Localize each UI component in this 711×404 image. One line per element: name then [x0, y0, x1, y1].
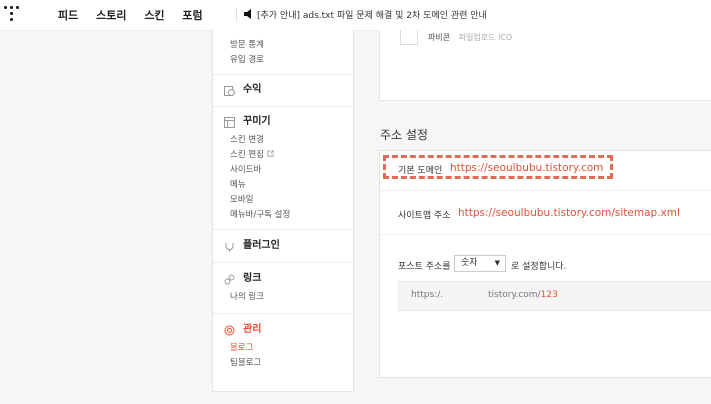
post-url-example: https:/. tistory.com/123 [398, 281, 711, 311]
nav-forum[interactable]: 포럼 [182, 9, 202, 22]
sidebar-item-visit-stats[interactable]: 방문 통계 [213, 38, 353, 53]
nav-feed[interactable]: 피드 [58, 9, 78, 22]
sidebar-item-label: 관리 [243, 324, 262, 335]
top-header: 피드 스토리 스킨 포럼 [추가 안내] ads.txt 파일 문제 해결 및 … [0, 0, 711, 31]
post-address-select[interactable]: 숫자 ▼ [454, 255, 506, 272]
sidebar: 방문 통계 유입 경로 수익 꾸미기 스킨 변경 스킨 편집 사이드바 메뉴 모… [212, 30, 354, 392]
sidebar-item-label: 스킨 편집 [230, 150, 264, 160]
post-address-suffix: 로 설정합니다. [511, 262, 567, 272]
section-title-address: 주소 설정 [380, 128, 428, 142]
notice-link[interactable]: [추가 안내] ads.txt 파일 문제 해결 및 2차 도메인 관련 안내 [257, 8, 487, 21]
layout-icon [224, 117, 235, 128]
sidebar-item-manage[interactable]: 관리 [213, 319, 353, 341]
gear-icon [224, 325, 235, 336]
tistory-logo[interactable] [4, 6, 20, 22]
url-example-number: 123 [540, 290, 558, 300]
sidebar-section-decorate: 꾸미기 스킨 변경 스킨 편집 사이드바 메뉴 모바일 메뉴바/구독 설정 [213, 106, 353, 229]
sidebar-item-label: 플러그인 [243, 240, 280, 251]
sidebar-item-link[interactable]: 링크 [213, 268, 353, 290]
external-link-icon [267, 150, 274, 157]
sidebar-item-revenue[interactable]: 수익 [213, 79, 353, 101]
sidebar-item-label: 링크 [243, 273, 262, 284]
nav-story[interactable]: 스토리 [96, 9, 126, 22]
favicon-label: 파비콘 [428, 33, 451, 42]
select-value: 숫자 [461, 258, 478, 268]
plug-icon [225, 243, 234, 252]
sidebar-item-label: 수익 [243, 84, 262, 95]
sidebar-item-my-link[interactable]: 나의 링크 [213, 290, 353, 305]
sidebar-item-menu[interactable]: 메뉴 [213, 178, 353, 193]
speaker-icon [244, 9, 251, 19]
url-example-prefix: https:/. [411, 290, 444, 300]
sitemap-link[interactable]: https://seoulbubu.tistory.com/sitemap.xm… [458, 207, 680, 219]
main-nav: 피드 스토리 스킨 포럼 [58, 7, 217, 23]
sidebar-section-plugin: 플러그인 [213, 229, 353, 262]
sidebar-section-manage: 관리 블로그 팀블로그 [213, 313, 353, 371]
sidebar-item-plugin[interactable]: 플러그인 [213, 235, 353, 257]
sidebar-item-decorate[interactable]: 꾸미기 [213, 111, 353, 133]
sidebar-item-team-blog[interactable]: 팀블로그 [213, 356, 353, 371]
nav-skin[interactable]: 스킨 [144, 9, 164, 22]
row-divider [380, 234, 711, 235]
revenue-icon [224, 86, 235, 96]
favicon-card: 파비콘 파일업로드 ICO [379, 30, 711, 101]
highlight-box [383, 155, 613, 179]
header-divider [236, 8, 237, 21]
link-icon [224, 274, 235, 285]
post-address-prefix: 포스트 주소를 [398, 262, 451, 272]
sidebar-item-inflow[interactable]: 유입 경로 [213, 53, 353, 68]
chevron-down-icon: ▼ [494, 259, 500, 267]
favicon-upload-hint: 파비콘 파일업로드 ICO [428, 32, 512, 43]
sidebar-item-skin-edit[interactable]: 스킨 편집 [213, 148, 353, 163]
sidebar-item-menubar[interactable]: 메뉴바/구독 설정 [213, 208, 353, 223]
row-divider [380, 190, 711, 191]
sidebar-item-mobile[interactable]: 모바일 [213, 193, 353, 208]
url-example-domain: tistory.com/123 [488, 290, 558, 300]
url-example-mid: tistory.com/ [488, 290, 541, 300]
sidebar-section-revenue: 수익 [213, 74, 353, 106]
sidebar-item-label: 꾸미기 [243, 116, 271, 127]
sidebar-item-sidebar[interactable]: 사이드바 [213, 163, 353, 178]
sitemap-label: 사이트맵 주소 [398, 211, 451, 221]
sidebar-item-blog[interactable]: 블로그 [213, 341, 353, 356]
sidebar-item-skin-change[interactable]: 스킨 변경 [213, 133, 353, 148]
favicon-hint-text: 파일업로드 ICO [458, 33, 513, 42]
sidebar-section-link: 링크 나의 링크 [213, 262, 353, 313]
favicon-preview [400, 30, 418, 45]
